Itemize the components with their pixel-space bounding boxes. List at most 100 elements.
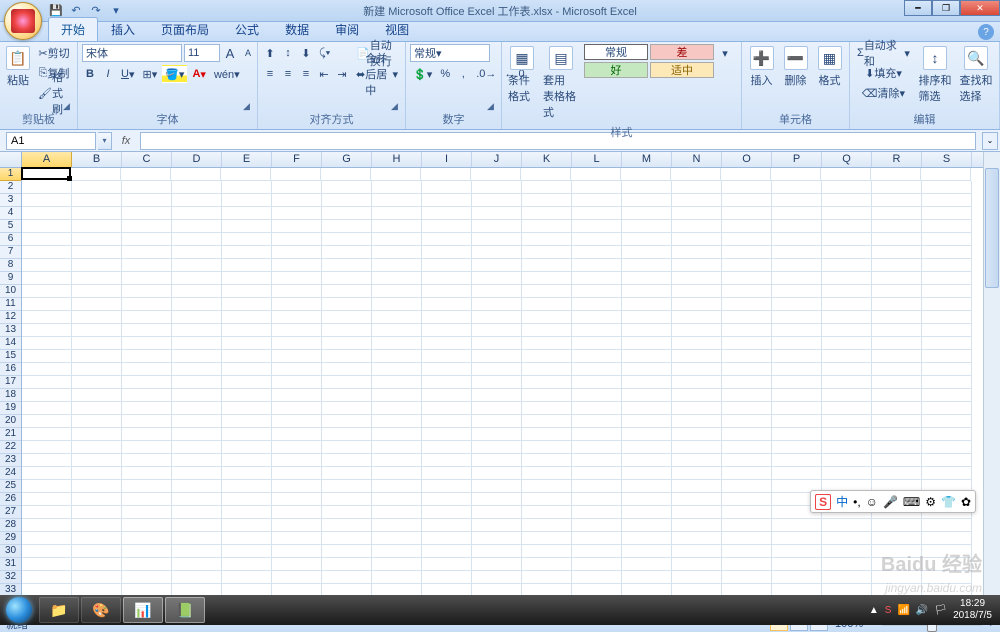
cell[interactable] <box>122 363 172 376</box>
taskbar-app-icon[interactable]: 🎨 <box>81 597 121 623</box>
cell[interactable] <box>21 167 71 180</box>
format-cells-button[interactable]: ▦格式 <box>814 44 845 90</box>
cell[interactable] <box>772 285 822 298</box>
cell[interactable] <box>372 285 422 298</box>
align-bottom-icon[interactable]: ⬇ <box>298 44 314 62</box>
scrollbar-thumb[interactable] <box>985 168 999 288</box>
cell[interactable] <box>572 298 622 311</box>
cell[interactable] <box>672 259 722 272</box>
row-header[interactable]: 12 <box>0 311 21 324</box>
cell[interactable] <box>621 168 671 181</box>
cell[interactable] <box>322 519 372 532</box>
cell[interactable] <box>172 207 222 220</box>
cell[interactable] <box>372 389 422 402</box>
cell[interactable] <box>272 363 322 376</box>
worksheet-grid[interactable]: ABCDEFGHIJKLMNOPQRS 12345678910111213141… <box>0 152 1000 598</box>
comma-icon[interactable]: , <box>455 65 471 83</box>
cell[interactable] <box>472 441 522 454</box>
shrink-font-icon[interactable]: A <box>240 44 256 62</box>
cell[interactable] <box>122 402 172 415</box>
cell[interactable] <box>572 285 622 298</box>
cell[interactable] <box>872 285 922 298</box>
cell[interactable] <box>872 532 922 545</box>
fx-button[interactable]: fx <box>116 132 136 150</box>
align-right-icon[interactable]: ≡ <box>298 65 314 83</box>
cell[interactable] <box>72 376 122 389</box>
cell[interactable] <box>922 558 972 571</box>
cell[interactable] <box>272 571 322 584</box>
cell[interactable] <box>622 571 672 584</box>
cell[interactable] <box>922 272 972 285</box>
cell[interactable] <box>372 493 422 506</box>
cell[interactable] <box>772 545 822 558</box>
cell[interactable] <box>472 311 522 324</box>
cell[interactable] <box>522 324 572 337</box>
cell[interactable] <box>521 168 571 181</box>
cell[interactable] <box>722 324 772 337</box>
cell[interactable] <box>872 519 922 532</box>
cell[interactable] <box>822 467 872 480</box>
cell[interactable] <box>822 402 872 415</box>
cell[interactable] <box>822 428 872 441</box>
cell[interactable] <box>222 311 272 324</box>
cell[interactable] <box>672 350 722 363</box>
cell[interactable] <box>921 168 971 181</box>
cell[interactable] <box>822 194 872 207</box>
cell[interactable] <box>872 298 922 311</box>
cell[interactable] <box>672 311 722 324</box>
cell[interactable] <box>72 207 122 220</box>
increase-indent-icon[interactable]: ⇥ <box>334 65 350 83</box>
cell[interactable] <box>722 220 772 233</box>
row-header[interactable]: 27 <box>0 506 21 519</box>
cell[interactable] <box>122 441 172 454</box>
col-header[interactable]: K <box>522 152 572 167</box>
cell[interactable] <box>272 194 322 207</box>
cell[interactable] <box>272 519 322 532</box>
cell[interactable] <box>572 220 622 233</box>
cell[interactable] <box>822 376 872 389</box>
cell[interactable] <box>872 467 922 480</box>
cell[interactable] <box>272 220 322 233</box>
cell[interactable] <box>672 181 722 194</box>
cell[interactable] <box>772 519 822 532</box>
cell[interactable] <box>372 350 422 363</box>
cell[interactable] <box>322 194 372 207</box>
cell[interactable] <box>72 532 122 545</box>
cut-button[interactable]: ✂ 剪切 <box>35 44 73 62</box>
cell[interactable] <box>572 506 622 519</box>
cell[interactable] <box>272 285 322 298</box>
system-tray[interactable]: ▲ S 📶 🔊 🏳 18:29 2018/7/5 <box>861 598 1000 622</box>
cell[interactable] <box>322 272 372 285</box>
cell[interactable] <box>922 207 972 220</box>
cell[interactable] <box>222 467 272 480</box>
cell[interactable] <box>572 350 622 363</box>
cell[interactable] <box>222 298 272 311</box>
cell[interactable] <box>722 402 772 415</box>
col-header[interactable]: N <box>672 152 722 167</box>
decrease-indent-icon[interactable]: ⇤ <box>316 65 332 83</box>
cell[interactable] <box>872 311 922 324</box>
cell[interactable] <box>872 337 922 350</box>
start-button[interactable] <box>0 595 38 625</box>
cell[interactable] <box>922 454 972 467</box>
cell[interactable] <box>72 194 122 207</box>
col-header[interactable]: H <box>372 152 422 167</box>
cell[interactable] <box>522 311 572 324</box>
cell[interactable] <box>222 571 272 584</box>
cell[interactable] <box>872 376 922 389</box>
cell[interactable] <box>522 467 572 480</box>
cell[interactable] <box>772 376 822 389</box>
cell[interactable] <box>471 168 521 181</box>
cell[interactable] <box>822 220 872 233</box>
cell[interactable] <box>522 454 572 467</box>
cell[interactable] <box>22 454 72 467</box>
cell[interactable] <box>322 337 372 350</box>
close-button[interactable]: ✕ <box>960 0 1000 16</box>
help-icon[interactable]: ? <box>978 24 994 40</box>
cell[interactable] <box>172 545 222 558</box>
cell[interactable] <box>422 259 472 272</box>
cell[interactable] <box>272 233 322 246</box>
cell[interactable] <box>622 181 672 194</box>
cell[interactable] <box>322 571 372 584</box>
cell[interactable] <box>122 337 172 350</box>
